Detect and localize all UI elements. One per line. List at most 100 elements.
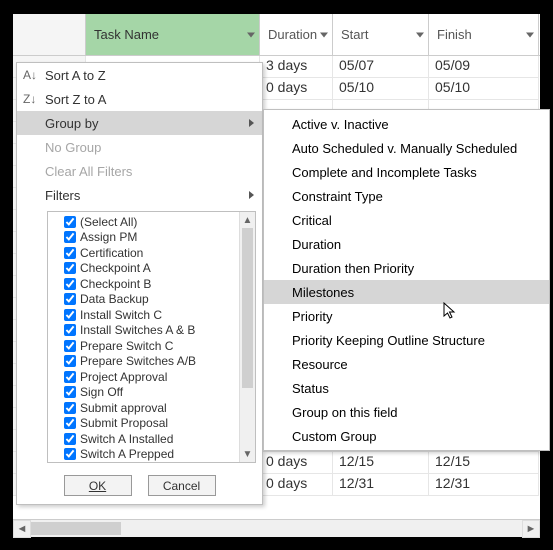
filter-checkbox[interactable] (64, 402, 76, 414)
submenu-item[interactable]: Priority Keeping Outline Structure (264, 328, 549, 352)
cell-duration[interactable]: 0 days (260, 474, 333, 496)
scroll-right-icon[interactable]: ► (522, 520, 540, 538)
filter-item[interactable]: Sign Off (48, 385, 239, 401)
cell-finish[interactable]: 12/15 (429, 452, 539, 474)
menu-filters[interactable]: Filters (17, 183, 262, 207)
column-header-row: Task Name Duration Start Finish (13, 14, 540, 56)
cell-duration[interactable]: 0 days (260, 452, 333, 474)
button-label: OK (89, 479, 106, 493)
filter-item[interactable]: Submit Proposal (48, 416, 239, 432)
submenu-item[interactable]: Active v. Inactive (264, 112, 549, 136)
horizontal-scrollbar[interactable]: ◄ ► (13, 519, 540, 537)
filter-checkbox[interactable] (64, 278, 76, 290)
filter-values-box: (Select All)Assign PMCertificationCheckp… (47, 211, 256, 463)
filter-item[interactable]: Certification (48, 245, 239, 261)
filter-checkbox[interactable] (64, 371, 76, 383)
submenu-item[interactable]: Complete and Incomplete Tasks (264, 160, 549, 184)
filter-item[interactable]: Switch A Installed (48, 431, 239, 447)
submenu-label: Milestones (292, 285, 354, 300)
filter-checkbox[interactable] (64, 324, 76, 336)
filter-checkbox[interactable] (64, 340, 76, 352)
menu-label: Clear All Filters (45, 164, 132, 179)
cell-start[interactable]: 12/31 (333, 474, 429, 496)
filter-item[interactable]: Install Switch C (48, 307, 239, 323)
submenu-label: Auto Scheduled v. Manually Scheduled (292, 141, 517, 156)
filter-checkbox[interactable] (64, 448, 76, 460)
filter-checkbox[interactable] (64, 262, 76, 274)
filter-item[interactable]: Project Approval (48, 369, 239, 385)
submenu-item[interactable]: Custom Group (264, 424, 549, 448)
filter-label: Certification (80, 246, 143, 260)
cell-start[interactable]: 05/10 (333, 78, 429, 100)
dropdown-icon[interactable] (416, 32, 424, 37)
submenu-item[interactable]: Resource (264, 352, 549, 376)
cell-finish[interactable]: 12/31 (429, 474, 539, 496)
scroll-track[interactable] (31, 520, 522, 537)
filter-item[interactable]: Assign PM (48, 230, 239, 246)
filter-checkbox[interactable] (64, 433, 76, 445)
cell-duration[interactable]: 3 days (260, 56, 333, 78)
submenu-label: Duration then Priority (292, 261, 414, 276)
menu-button-row: OK Cancel (17, 469, 262, 504)
scroll-down-icon[interactable]: ▼ (240, 446, 255, 462)
submenu-item[interactable]: Constraint Type (264, 184, 549, 208)
submenu-item[interactable]: Priority (264, 304, 549, 328)
column-header-start[interactable]: Start (333, 14, 429, 55)
cell-start[interactable]: 12/15 (333, 452, 429, 474)
dropdown-icon[interactable] (526, 32, 534, 37)
menu-clear-filters: Clear All Filters (17, 159, 262, 183)
submenu-item[interactable]: Status (264, 376, 549, 400)
column-header-taskname[interactable]: Task Name (86, 14, 260, 55)
menu-sort-za[interactable]: Z↓ Sort Z to A (17, 87, 262, 111)
column-header-duration[interactable]: Duration (260, 14, 333, 55)
ok-button[interactable]: OK (64, 475, 132, 496)
submenu-item[interactable]: Auto Scheduled v. Manually Scheduled (264, 136, 549, 160)
filter-item[interactable]: Install Switches A & B (48, 323, 239, 339)
cell-finish[interactable]: 05/10 (429, 78, 539, 100)
filter-checkbox[interactable] (64, 386, 76, 398)
filter-label: Prepare Switch C (80, 339, 173, 353)
dropdown-icon[interactable] (320, 32, 328, 37)
filter-label: Submit approval (80, 401, 167, 415)
cancel-button[interactable]: Cancel (148, 475, 216, 496)
filter-item[interactable]: Switch A Prepped (48, 447, 239, 463)
autofilter-menu: A↓ Sort A to Z Z↓ Sort Z to A Group by N… (16, 62, 263, 505)
filter-checkbox[interactable] (64, 417, 76, 429)
filter-values-list[interactable]: (Select All)Assign PMCertificationCheckp… (48, 212, 239, 462)
filter-item[interactable]: Submit approval (48, 400, 239, 416)
filter-item[interactable]: Prepare Switches A/B (48, 354, 239, 370)
menu-sort-az[interactable]: A↓ Sort A to Z (17, 63, 262, 87)
scroll-up-icon[interactable]: ▲ (240, 212, 255, 228)
submenu-item[interactable]: Duration (264, 232, 549, 256)
filter-label: Assign PM (80, 230, 137, 244)
submenu-item[interactable]: Milestones (264, 280, 549, 304)
menu-group-by[interactable]: Group by (17, 111, 262, 135)
filter-item[interactable]: (Select All) (48, 214, 239, 230)
filter-checkbox[interactable] (64, 355, 76, 367)
submenu-item[interactable]: Duration then Priority (264, 256, 549, 280)
scroll-thumb[interactable] (242, 228, 253, 388)
cell-finish[interactable]: 05/09 (429, 56, 539, 78)
sort-az-icon: A↓ (23, 68, 37, 82)
filter-checkbox[interactable] (64, 247, 76, 259)
scroll-left-icon[interactable]: ◄ (13, 520, 31, 538)
filter-checkbox[interactable] (64, 231, 76, 243)
filter-checkbox[interactable] (64, 293, 76, 305)
filter-item[interactable]: Checkpoint A (48, 261, 239, 277)
submenu-item[interactable]: Group on this field (264, 400, 549, 424)
column-header-finish[interactable]: Finish (429, 14, 539, 55)
cell-duration[interactable]: 0 days (260, 78, 333, 100)
scroll-thumb[interactable] (31, 522, 121, 535)
filter-checkbox[interactable] (64, 216, 76, 228)
submenu-label: Custom Group (292, 429, 377, 444)
submenu-label: Constraint Type (292, 189, 383, 204)
dropdown-icon[interactable] (247, 32, 255, 37)
filter-item[interactable]: Checkpoint B (48, 276, 239, 292)
filter-item[interactable]: Prepare Switch C (48, 338, 239, 354)
filter-scrollbar[interactable]: ▲ ▼ (239, 212, 255, 462)
cell-start[interactable]: 05/07 (333, 56, 429, 78)
group-by-submenu: Active v. Inactive Auto Scheduled v. Manu… (263, 109, 550, 451)
filter-item[interactable]: Data Backup (48, 292, 239, 308)
filter-checkbox[interactable] (64, 309, 76, 321)
submenu-item[interactable]: Critical (264, 208, 549, 232)
